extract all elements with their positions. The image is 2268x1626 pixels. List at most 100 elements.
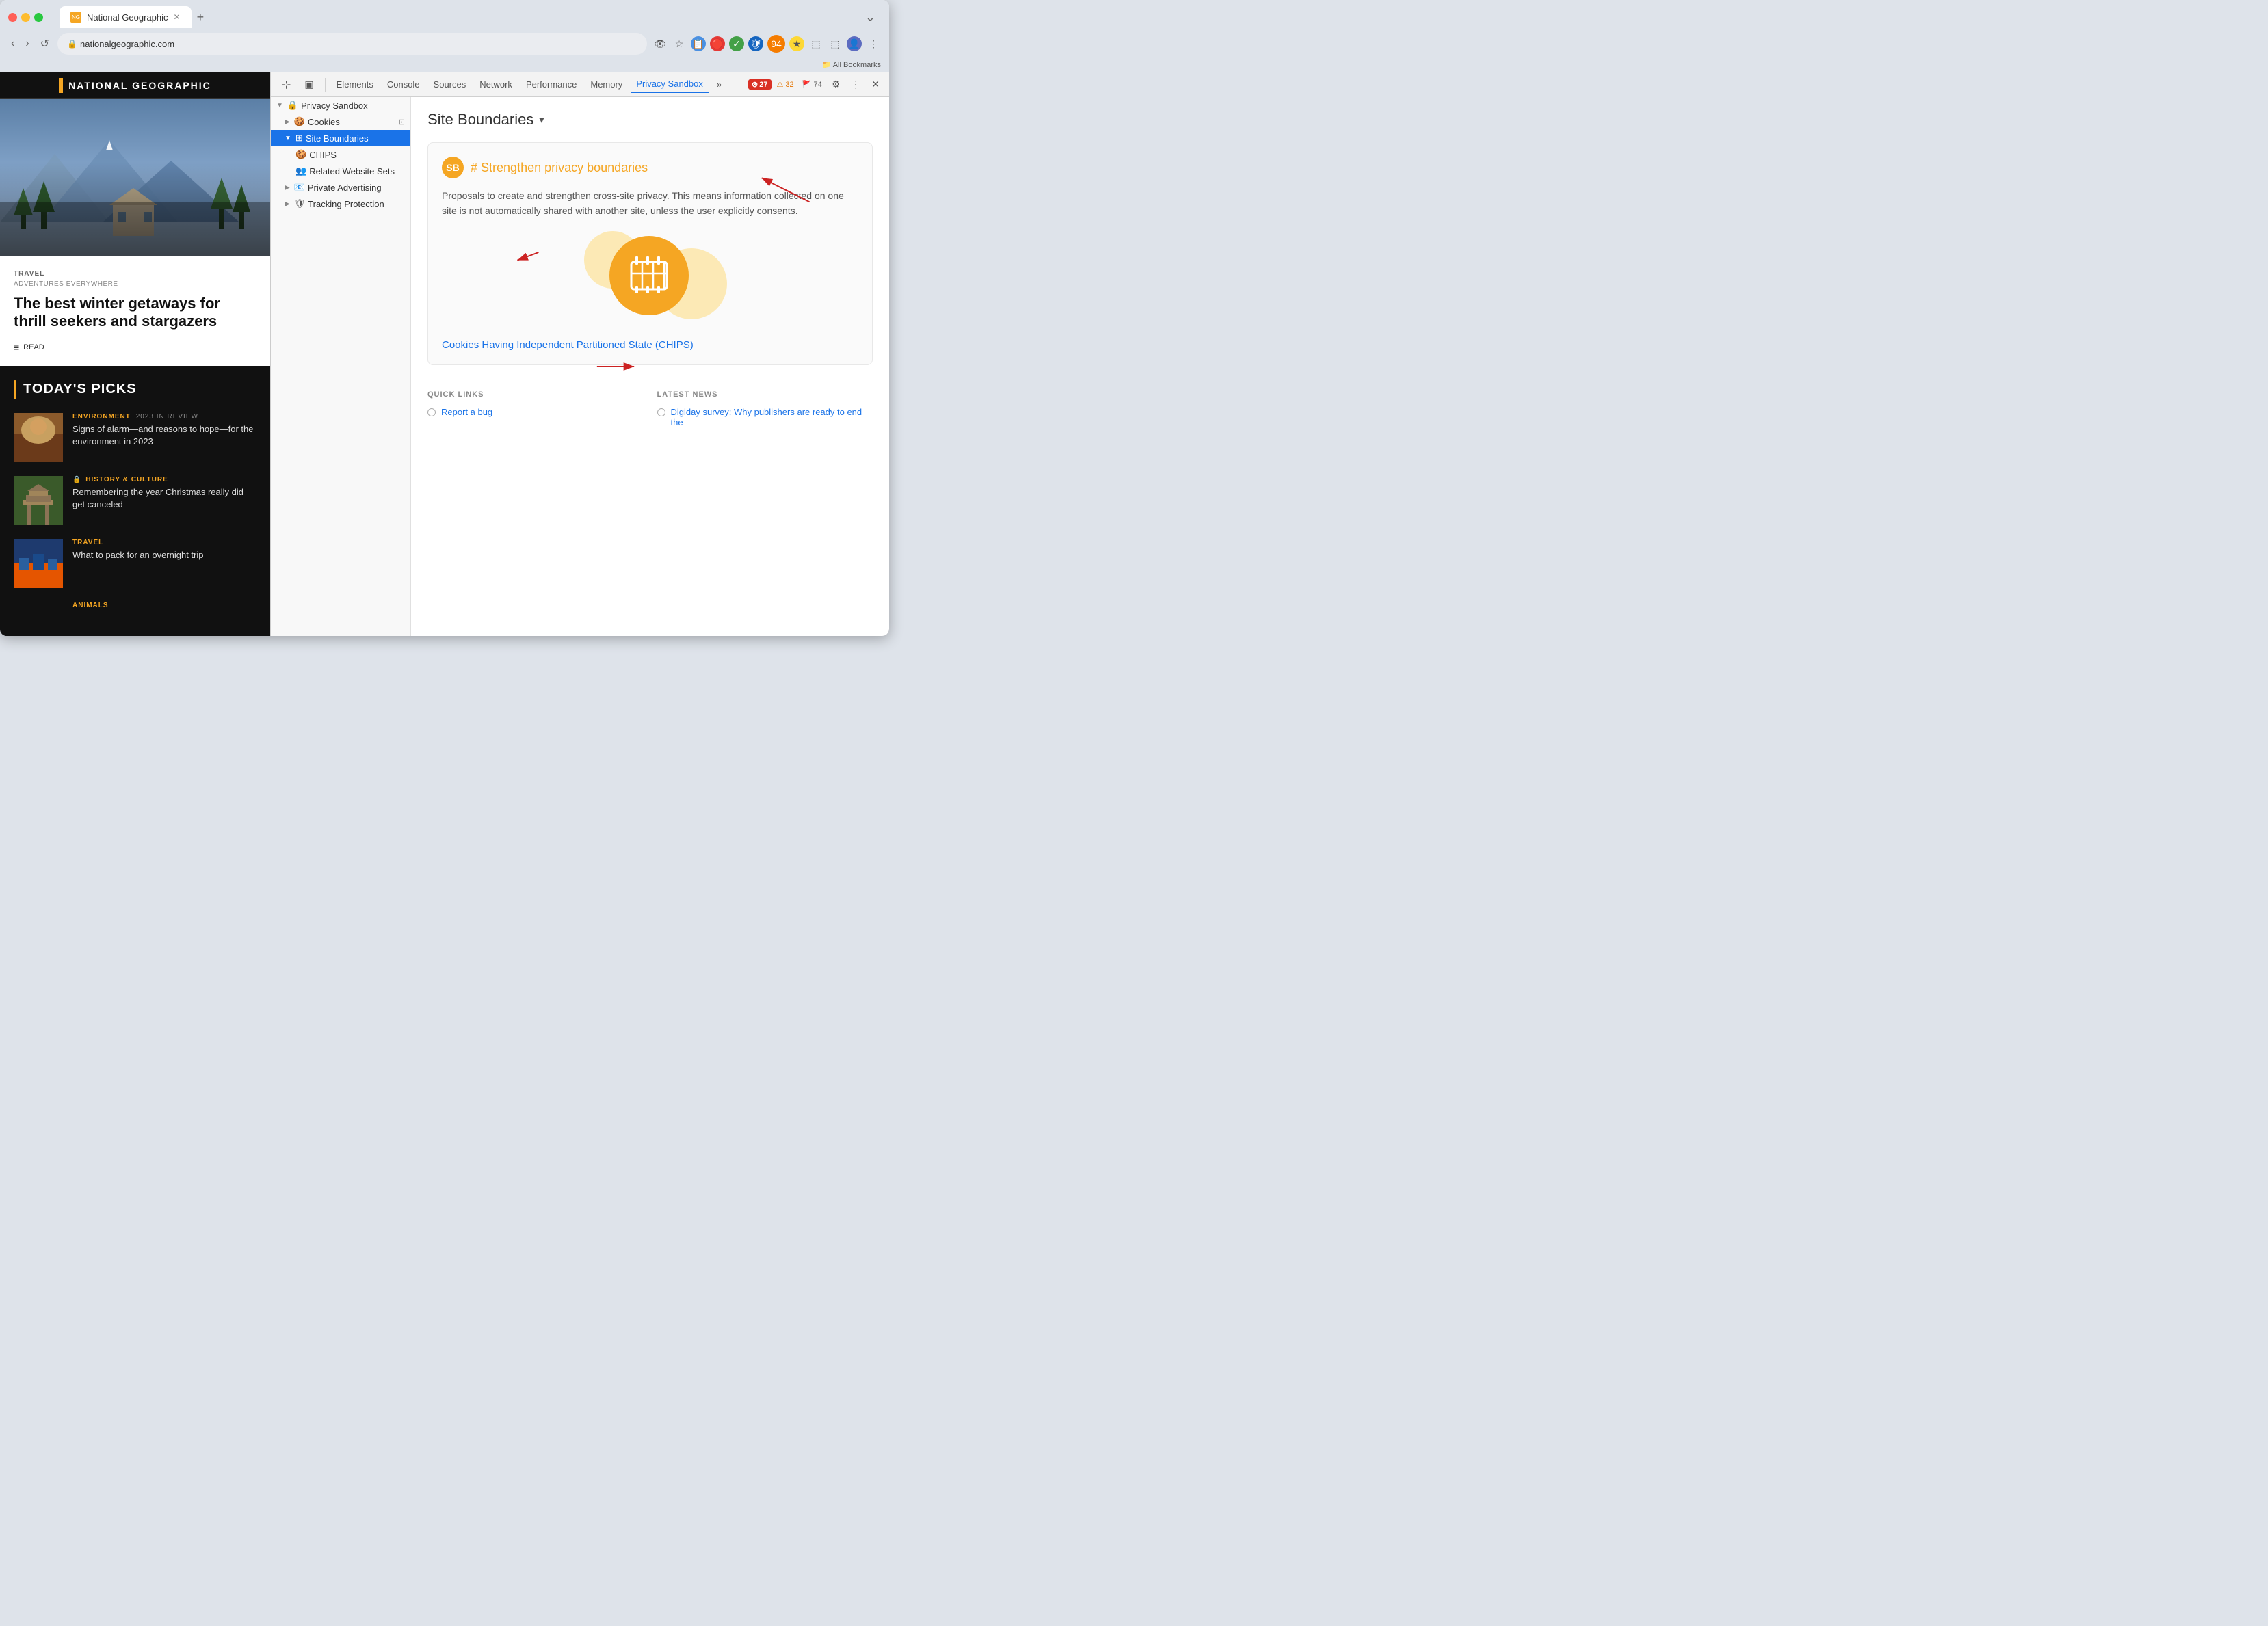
ng-logo: National Geographic (59, 78, 211, 93)
error-badge: ⊗27 (748, 79, 771, 90)
related-sets-icon: 👥 (295, 165, 306, 176)
tree-item-private-advertising[interactable]: ▶ 📧 Private Advertising (271, 179, 410, 196)
browser-tab[interactable]: NG National Geographic ✕ (60, 6, 192, 28)
article-thumbnail (14, 413, 63, 462)
latest-news-label: Digiday survey: Why publishers are ready… (671, 407, 873, 427)
year-tag: 2023 IN REVIEW (136, 413, 198, 421)
site-boundaries-icon: ⊞ (295, 133, 303, 144)
warn-badge: ⚠ 32 (774, 79, 797, 90)
ext-icon-1[interactable]: 📋 (691, 36, 706, 51)
page-title-dropdown[interactable]: ▾ (539, 114, 544, 126)
ext-icon-6[interactable]: ★ (789, 36, 804, 51)
devtools-body: ▼ 🔒 Privacy Sandbox ▶ 🍪 Cookies ⊡ ▼ (271, 97, 889, 636)
ql-dot (427, 408, 436, 416)
ext-icon-7[interactable]: ⬚ (808, 36, 823, 51)
tree-label-chips: CHIPS (309, 150, 337, 160)
back-button[interactable]: ‹ (8, 35, 17, 53)
card-icon: SB (442, 157, 464, 178)
toolbar-separator (325, 78, 326, 92)
devtools-settings-button[interactable]: ⚙ (828, 76, 845, 93)
cookies-expand-icon[interactable]: ⊡ (399, 118, 405, 126)
forward-button[interactable]: › (23, 35, 31, 53)
ext-icon-5[interactable]: 94 (767, 35, 785, 53)
devtools-close-button[interactable]: ✕ (867, 76, 884, 93)
ext-icon-8[interactable]: ⬚ (828, 36, 843, 51)
read-label: READ (23, 343, 44, 351)
bookmark-icon[interactable]: ☆ (672, 36, 687, 51)
list-item[interactable]: TRAVEL What to pack for an overnight tri… (14, 539, 256, 588)
ext-icon-4[interactable]: 🛡 (748, 36, 763, 51)
devtools-panel: ⊹ ▣ Elements Console Sources Network Per… (270, 72, 889, 636)
card-title-hash: # (471, 161, 477, 174)
animals-item[interactable]: ANIMALS (14, 602, 256, 609)
title-bar: NG National Geographic ✕ + ⌄ (0, 0, 889, 29)
tree-collapse-arrow: ▼ (276, 102, 283, 109)
tree-expand-arrow: ▶ (285, 118, 290, 126)
article-title: What to pack for an overnight trip (72, 549, 256, 561)
tab-console[interactable]: Console (382, 77, 425, 92)
card-illustration (442, 219, 858, 328)
hero-image (0, 99, 270, 256)
browser-window: NG National Geographic ✕ + ⌄ ‹ › ↺ 🔒 nat… (0, 0, 889, 636)
latest-news-item[interactable]: Digiday survey: Why publishers are ready… (657, 407, 873, 427)
article-meta: 🔒 HISTORY & CULTURE Remembering the year… (72, 476, 256, 511)
quick-link-label: Report a bug (441, 407, 492, 417)
tab-network[interactable]: Network (474, 77, 518, 92)
devtools-toolbar: ⊹ ▣ Elements Console Sources Network Per… (271, 72, 889, 97)
tab-elements[interactable]: Elements (331, 77, 379, 92)
tab-close-button[interactable]: ✕ (174, 12, 181, 22)
maximize-button[interactable] (34, 13, 43, 22)
devtools-cursor-button[interactable]: ⊹ (276, 75, 296, 94)
tree-item-site-boundaries[interactable]: ▼ ⊞ Site Boundaries (271, 130, 410, 146)
profile-icon[interactable]: 👤 (847, 36, 862, 51)
hero-eyebrow: TRAVEL (14, 270, 256, 278)
tree-item-chips[interactable]: 🍪 CHIPS (271, 146, 410, 163)
new-tab-button[interactable]: + (192, 8, 210, 27)
article-meta: ENVIRONMENT 2023 IN REVIEW Signs of alar… (72, 413, 256, 448)
latest-news-header: LATEST NEWS (657, 390, 873, 399)
devtools-more-button[interactable]: ⋮ (847, 76, 865, 93)
ext-icon-2[interactable]: 🔴 (710, 36, 725, 51)
article-thumbnail (14, 539, 63, 588)
tab-memory[interactable]: Memory (585, 77, 628, 92)
hero-card: TRAVEL ADVENTURES EVERYWHERE The best wi… (0, 256, 270, 366)
devtools-inspector-button[interactable]: ▣ (299, 76, 319, 93)
tree-expand-arrow: ▶ (285, 184, 290, 191)
tree-item-tracking-protection[interactable]: ▶ 🛡 Tracking Protection (271, 196, 410, 212)
toolbar-icons: 👁 ☆ 📋 🔴 ✓ 🛡 94 ★ ⬚ ⬚ 👤 ⋮ (652, 35, 881, 53)
info-badge: 🚩 74 (800, 79, 825, 90)
website-content: National Geographic (0, 72, 270, 636)
devtools-content-wrapper: Site Boundaries ▾ SB # Str (411, 97, 889, 636)
eye-off-icon[interactable]: 👁 (652, 36, 668, 51)
quick-link-item[interactable]: Report a bug (427, 407, 644, 417)
article-title: Remembering the year Christmas really di… (72, 486, 256, 511)
read-icon: ≡ (14, 342, 19, 353)
devtools-sidebar: ▼ 🔒 Privacy Sandbox ▶ 🍪 Cookies ⊡ ▼ (271, 97, 411, 636)
tab-favicon: NG (70, 12, 81, 23)
reload-button[interactable]: ↺ (38, 34, 52, 53)
quick-latest-section: QUICK LINKS Report a bug LATEST NEWS (427, 379, 873, 433)
list-item[interactable]: 🔒 HISTORY & CULTURE Remembering the year… (14, 476, 256, 525)
address-text: nationalgeographic.com (80, 39, 174, 49)
chips-link[interactable]: Cookies Having Independent Partitioned S… (442, 339, 858, 351)
address-input[interactable]: 🔒 nationalgeographic.com (57, 33, 647, 55)
window-controls[interactable]: ⌄ (860, 8, 881, 27)
tab-sources[interactable]: Sources (428, 77, 472, 92)
more-options-icon[interactable]: ⋮ (866, 36, 881, 51)
tab-privacy-sandbox[interactable]: Privacy Sandbox (631, 76, 709, 93)
card-header: SB # Strengthen privacy boundaries (442, 157, 858, 178)
tree-collapse-arrow: ▼ (285, 135, 291, 142)
tree-item-cookies[interactable]: ▶ 🍪 Cookies ⊡ (271, 114, 410, 130)
minimize-button[interactable] (21, 13, 30, 22)
tree-item-related-website-sets[interactable]: 👥 Related Website Sets (271, 163, 410, 179)
close-button[interactable] (8, 13, 17, 22)
hero-read-link[interactable]: ≡ READ (14, 342, 256, 353)
tab-more[interactable]: » (711, 77, 727, 92)
tree-item-privacy-sandbox[interactable]: ▼ 🔒 Privacy Sandbox (271, 97, 410, 114)
tab-performance[interactable]: Performance (520, 77, 582, 92)
ext-icon-3[interactable]: ✓ (729, 36, 744, 51)
latest-news-section: LATEST NEWS Digiday survey: Why publishe… (657, 390, 873, 433)
list-item[interactable]: ENVIRONMENT 2023 IN REVIEW Signs of alar… (14, 413, 256, 462)
chips-icon: 🍪 (295, 149, 306, 160)
article-meta: TRAVEL What to pack for an overnight tri… (72, 539, 256, 561)
